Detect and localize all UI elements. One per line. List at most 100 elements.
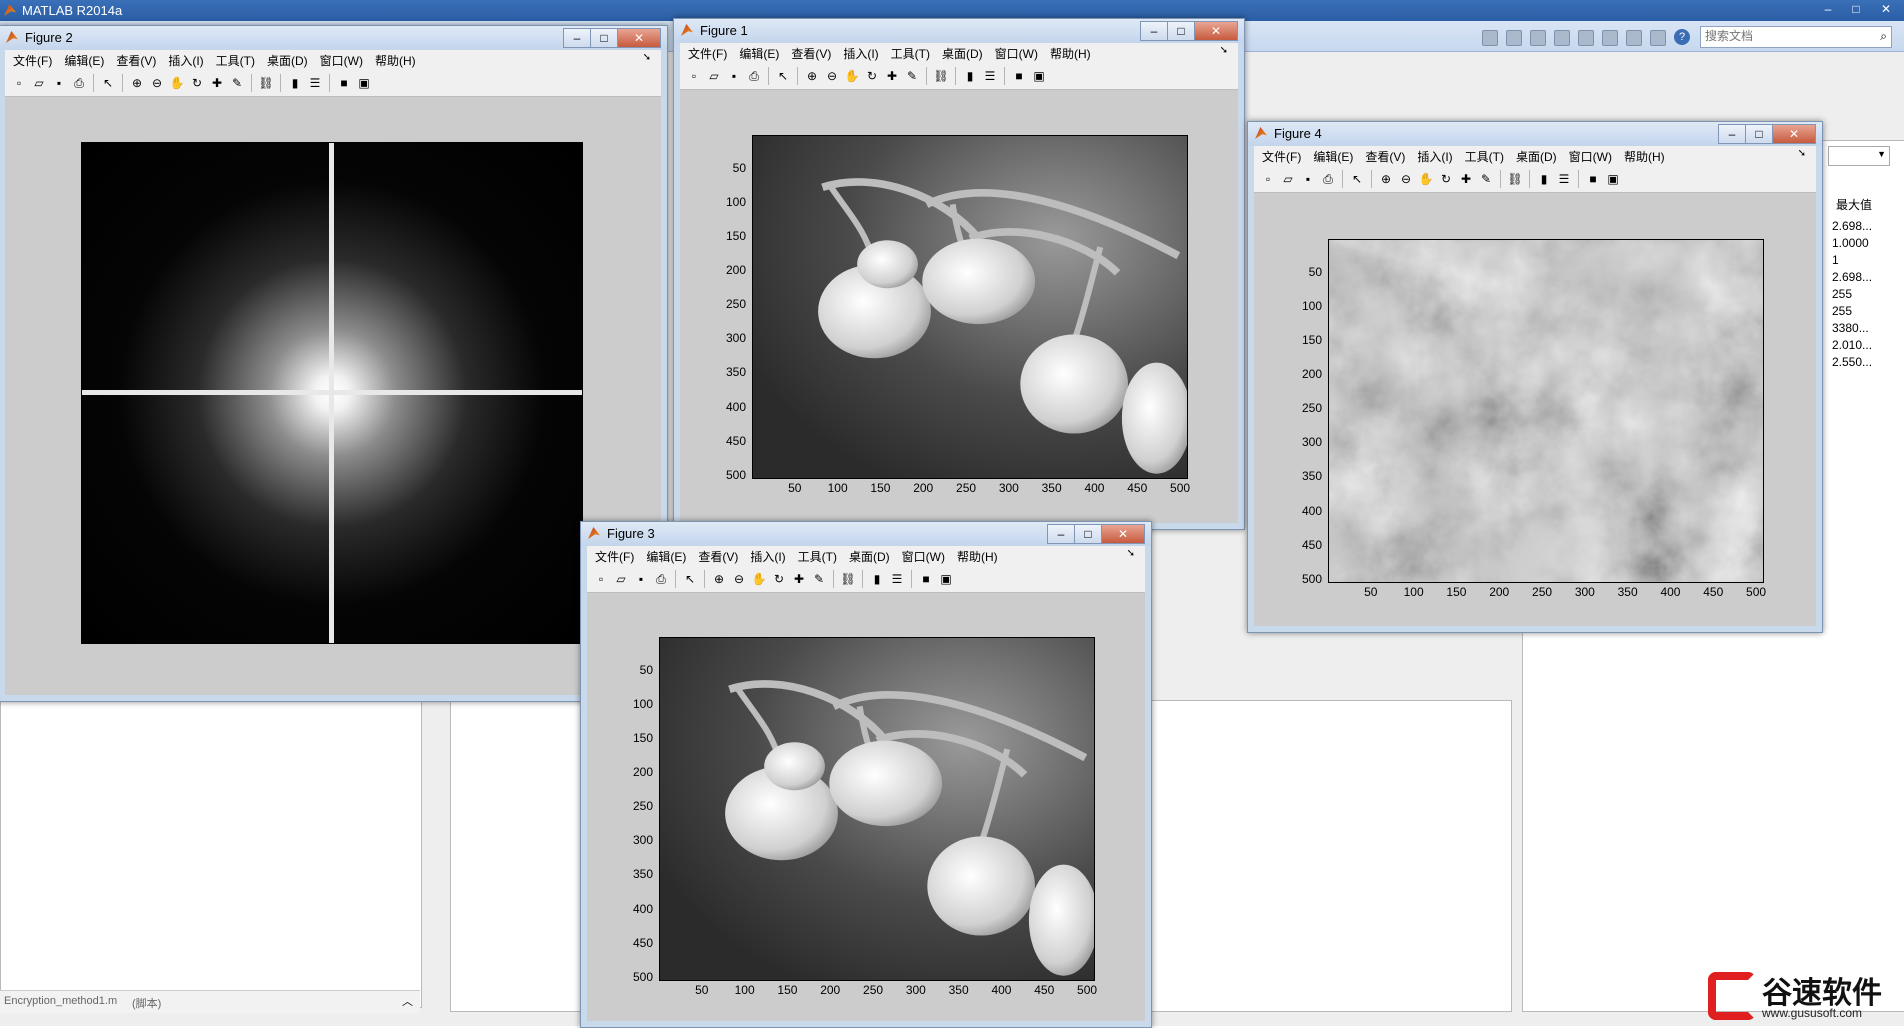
- show-plot-tools-icon[interactable]: ▣: [1605, 171, 1621, 187]
- close-button[interactable]: ✕: [1101, 524, 1145, 544]
- data-cursor-icon[interactable]: ✚: [209, 75, 225, 91]
- zoom-out-icon[interactable]: ⊖: [824, 68, 840, 84]
- edit-plot-icon[interactable]: ↖: [100, 75, 116, 91]
- link-plot-icon[interactable]: ⛓: [840, 571, 856, 587]
- close-button[interactable]: ✕: [617, 28, 661, 48]
- rotate-3d-icon[interactable]: ↻: [189, 75, 205, 91]
- brush-icon[interactable]: ✎: [1478, 171, 1494, 187]
- menu-item[interactable]: 窗口(W): [995, 45, 1038, 62]
- legend-icon[interactable]: ☰: [307, 75, 323, 91]
- save-icon[interactable]: [1506, 30, 1522, 46]
- figure-titlebar[interactable]: Figure 4 – □ ✕: [1248, 122, 1822, 146]
- menu-item[interactable]: 查看(V): [116, 52, 156, 69]
- edit-plot-icon[interactable]: ↖: [682, 571, 698, 587]
- workspace-column-header[interactable]: 最大值: [1836, 196, 1872, 213]
- workspace-dropdown[interactable]: ▼: [1828, 146, 1890, 166]
- edit-plot-icon[interactable]: ↖: [1349, 171, 1365, 187]
- legend-icon[interactable]: ☰: [982, 68, 998, 84]
- menu-item[interactable]: 帮助(H): [375, 52, 416, 69]
- file-details-bar[interactable]: Encryption_method1.m (脚本) ︿: [0, 990, 420, 1013]
- hide-plot-tools-icon[interactable]: ■: [336, 75, 352, 91]
- menu-item[interactable]: 文件(F): [13, 52, 52, 69]
- menu-item[interactable]: 插入(I): [1417, 148, 1452, 165]
- menu-item[interactable]: 编辑(E): [1313, 148, 1353, 165]
- maximize-button[interactable]: □: [1167, 21, 1195, 41]
- legend-icon[interactable]: ☰: [889, 571, 905, 587]
- menu-item[interactable]: 工具(T): [216, 52, 255, 69]
- main-minimize-button[interactable]: –: [1814, 0, 1842, 18]
- link-plot-icon[interactable]: ⛓: [933, 68, 949, 84]
- close-button[interactable]: ✕: [1772, 124, 1816, 144]
- image-axes[interactable]: [659, 637, 1095, 981]
- menu-item[interactable]: 查看(V): [698, 548, 738, 565]
- undo-icon[interactable]: [1602, 30, 1618, 46]
- save-icon[interactable]: ▪: [1300, 171, 1316, 187]
- menu-item[interactable]: 查看(V): [1365, 148, 1405, 165]
- hide-plot-tools-icon[interactable]: ■: [918, 571, 934, 587]
- link-plot-icon[interactable]: ⛓: [258, 75, 274, 91]
- menu-item[interactable]: 文件(F): [1262, 148, 1301, 165]
- close-button[interactable]: ✕: [1194, 21, 1238, 41]
- figure-titlebar[interactable]: Figure 3 – □ ✕: [581, 522, 1151, 546]
- new-figure-icon[interactable]: ▫: [11, 75, 27, 91]
- pan-icon[interactable]: ✋: [169, 75, 185, 91]
- menu-item[interactable]: 工具(T): [1465, 148, 1504, 165]
- zoom-in-icon[interactable]: ⊕: [804, 68, 820, 84]
- menu-item[interactable]: 帮助(H): [1624, 148, 1665, 165]
- colorbar-icon[interactable]: ▮: [869, 571, 885, 587]
- menu-item[interactable]: 文件(F): [595, 548, 634, 565]
- brush-icon[interactable]: ✎: [811, 571, 827, 587]
- pan-icon[interactable]: ✋: [1418, 171, 1434, 187]
- copy-icon[interactable]: [1554, 30, 1570, 46]
- zoom-out-icon[interactable]: ⊖: [149, 75, 165, 91]
- hide-plot-tools-icon[interactable]: ■: [1585, 171, 1601, 187]
- show-plot-tools-icon[interactable]: ▣: [1031, 68, 1047, 84]
- menu-item[interactable]: 桌面(D): [267, 52, 308, 69]
- maximize-button[interactable]: □: [1745, 124, 1773, 144]
- menu-item[interactable]: 桌面(D): [942, 45, 983, 62]
- main-maximize-button[interactable]: □: [1842, 0, 1870, 18]
- menu-item[interactable]: 工具(T): [891, 45, 930, 62]
- link-plot-icon[interactable]: ⛓: [1507, 171, 1523, 187]
- zoom-in-icon[interactable]: ⊕: [1378, 171, 1394, 187]
- hide-plot-tools-icon[interactable]: ■: [1011, 68, 1027, 84]
- pan-icon[interactable]: ✋: [844, 68, 860, 84]
- menu-item[interactable]: 查看(V): [791, 45, 831, 62]
- switch-windows-icon[interactable]: [1650, 30, 1666, 46]
- menu-item[interactable]: 插入(I): [168, 52, 203, 69]
- rotate-3d-icon[interactable]: ↻: [1438, 171, 1454, 187]
- colorbar-icon[interactable]: ▮: [287, 75, 303, 91]
- open-file-icon[interactable]: ▱: [1280, 171, 1296, 187]
- menu-item[interactable]: 编辑(E): [646, 548, 686, 565]
- cut-icon[interactable]: [1530, 30, 1546, 46]
- rotate-3d-icon[interactable]: ↻: [864, 68, 880, 84]
- menu-item[interactable]: 帮助(H): [957, 548, 998, 565]
- paste-icon[interactable]: [1578, 30, 1594, 46]
- print-icon[interactable]: ⎙: [746, 68, 762, 84]
- figure-window[interactable]: Figure 3 – □ ✕ 文件(F) 编辑(E) 查看(V) 插入(I) 工具(T)…: [580, 521, 1152, 1028]
- help-icon[interactable]: ?: [1674, 29, 1690, 45]
- zoom-out-icon[interactable]: ⊖: [1398, 171, 1414, 187]
- search-documentation[interactable]: ⌕: [1700, 26, 1892, 48]
- new-figure-icon[interactable]: ▫: [686, 68, 702, 84]
- zoom-in-icon[interactable]: ⊕: [711, 571, 727, 587]
- menu-item[interactable]: 帮助(H): [1050, 45, 1091, 62]
- menu-item[interactable]: 编辑(E): [64, 52, 104, 69]
- fft-spectrum-image[interactable]: [81, 142, 583, 644]
- new-figure-icon[interactable]: ▫: [1260, 171, 1276, 187]
- chevron-up-icon[interactable]: ︿: [402, 993, 413, 1009]
- minimize-button[interactable]: –: [1140, 21, 1168, 41]
- legend-icon[interactable]: ☰: [1556, 171, 1572, 187]
- colorbar-icon[interactable]: ▮: [962, 68, 978, 84]
- brush-icon[interactable]: ✎: [904, 68, 920, 84]
- figure-window[interactable]: Figure 4 – □ ✕ 文件(F) 编辑(E) 查看(V) 插入(I) 工具(T)…: [1247, 121, 1823, 633]
- dock-arrow-icon[interactable]: ➘: [1798, 148, 1806, 159]
- minimize-button[interactable]: –: [1047, 524, 1075, 544]
- minimize-button[interactable]: –: [563, 28, 591, 48]
- menu-item[interactable]: 窗口(W): [320, 52, 363, 69]
- open-file-icon[interactable]: ▱: [706, 68, 722, 84]
- menu-item[interactable]: 桌面(D): [1516, 148, 1557, 165]
- pan-icon[interactable]: ✋: [751, 571, 767, 587]
- minimize-button[interactable]: –: [1718, 124, 1746, 144]
- data-cursor-icon[interactable]: ✚: [1458, 171, 1474, 187]
